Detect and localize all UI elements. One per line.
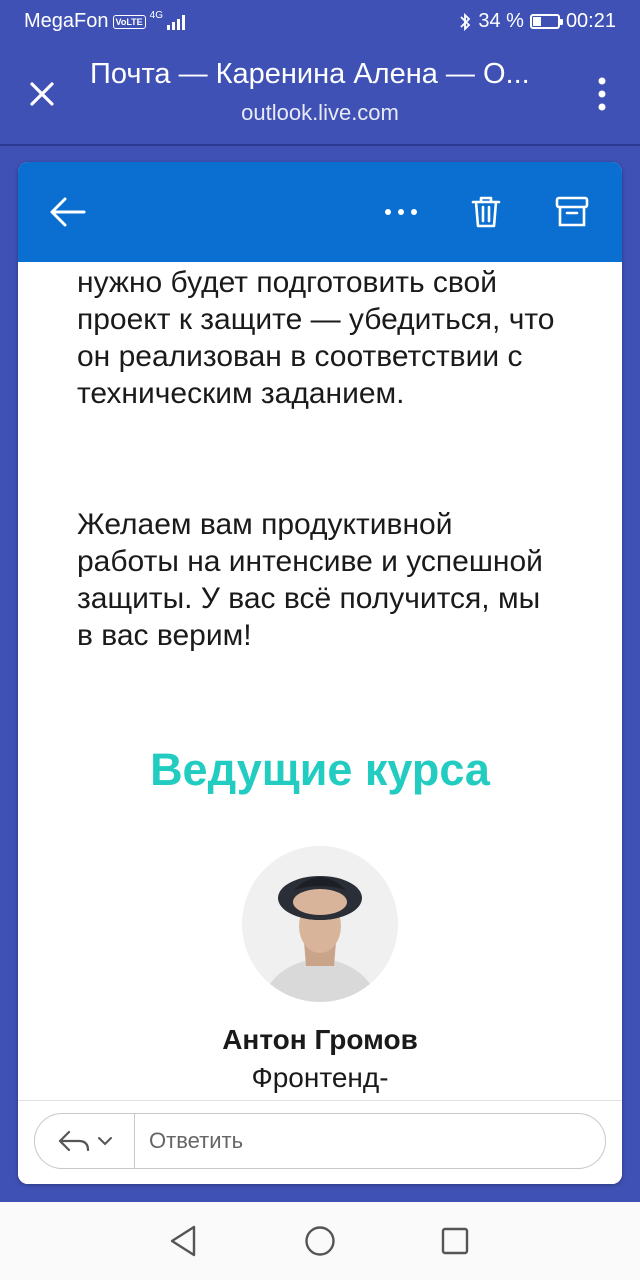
battery-percent: 34 %	[478, 10, 524, 32]
section-heading: Ведущие курса	[150, 744, 490, 795]
close-icon[interactable]	[24, 76, 60, 112]
presenter-role: Фронтенд-	[251, 1062, 389, 1093]
signal-icon	[167, 14, 186, 30]
more-vertical-icon[interactable]	[592, 74, 612, 114]
reply-icon	[58, 1130, 89, 1152]
email-paragraph: нужно будет подготовить свой проект к за…	[77, 266, 555, 410]
reply-input[interactable]: Ответить	[135, 1128, 243, 1154]
reply-box[interactable]: Ответить	[34, 1113, 606, 1169]
reply-options-button[interactable]	[35, 1114, 135, 1168]
more-horizontal-icon[interactable]	[384, 208, 418, 216]
clock: 00:21	[565, 10, 616, 32]
nav-back-icon[interactable]	[168, 1224, 198, 1258]
network-type: 4G	[149, 9, 164, 21]
carrier-name: MegaFon	[24, 10, 109, 32]
archive-icon[interactable]	[554, 194, 590, 230]
avatar	[242, 846, 398, 1002]
browser-toolbar: Почта — Каренина Алена — O... outlook.li…	[0, 44, 640, 144]
email-paragraph: Желаем вам продуктивной работы на интенс…	[77, 508, 543, 652]
status-bar: MegaFon VoLTE 4G 34 % 00:21	[0, 0, 640, 44]
page-title: Почта — Каренина Алена — O...	[90, 58, 530, 90]
reply-bar: Ответить	[18, 1100, 622, 1184]
mail-toolbar	[18, 162, 622, 262]
volte-badge: VoLTE	[112, 14, 146, 29]
divider	[0, 144, 640, 146]
arrow-left-icon[interactable]	[48, 194, 88, 230]
presenter-name: Антон Громов	[222, 1024, 418, 1055]
battery-icon	[529, 14, 563, 29]
bluetooth-icon	[460, 12, 471, 31]
nav-recent-icon[interactable]	[440, 1226, 470, 1256]
nav-home-icon[interactable]	[304, 1225, 336, 1257]
trash-icon[interactable]	[470, 194, 502, 230]
email-card: нужно будет подготовить свой проект к за…	[18, 162, 622, 1184]
email-body: нужно будет подготовить свой проект к за…	[18, 262, 622, 1100]
page-url[interactable]: outlook.live.com	[90, 100, 550, 126]
system-nav-bar	[0, 1202, 640, 1280]
chevron-down-icon	[97, 1137, 112, 1146]
